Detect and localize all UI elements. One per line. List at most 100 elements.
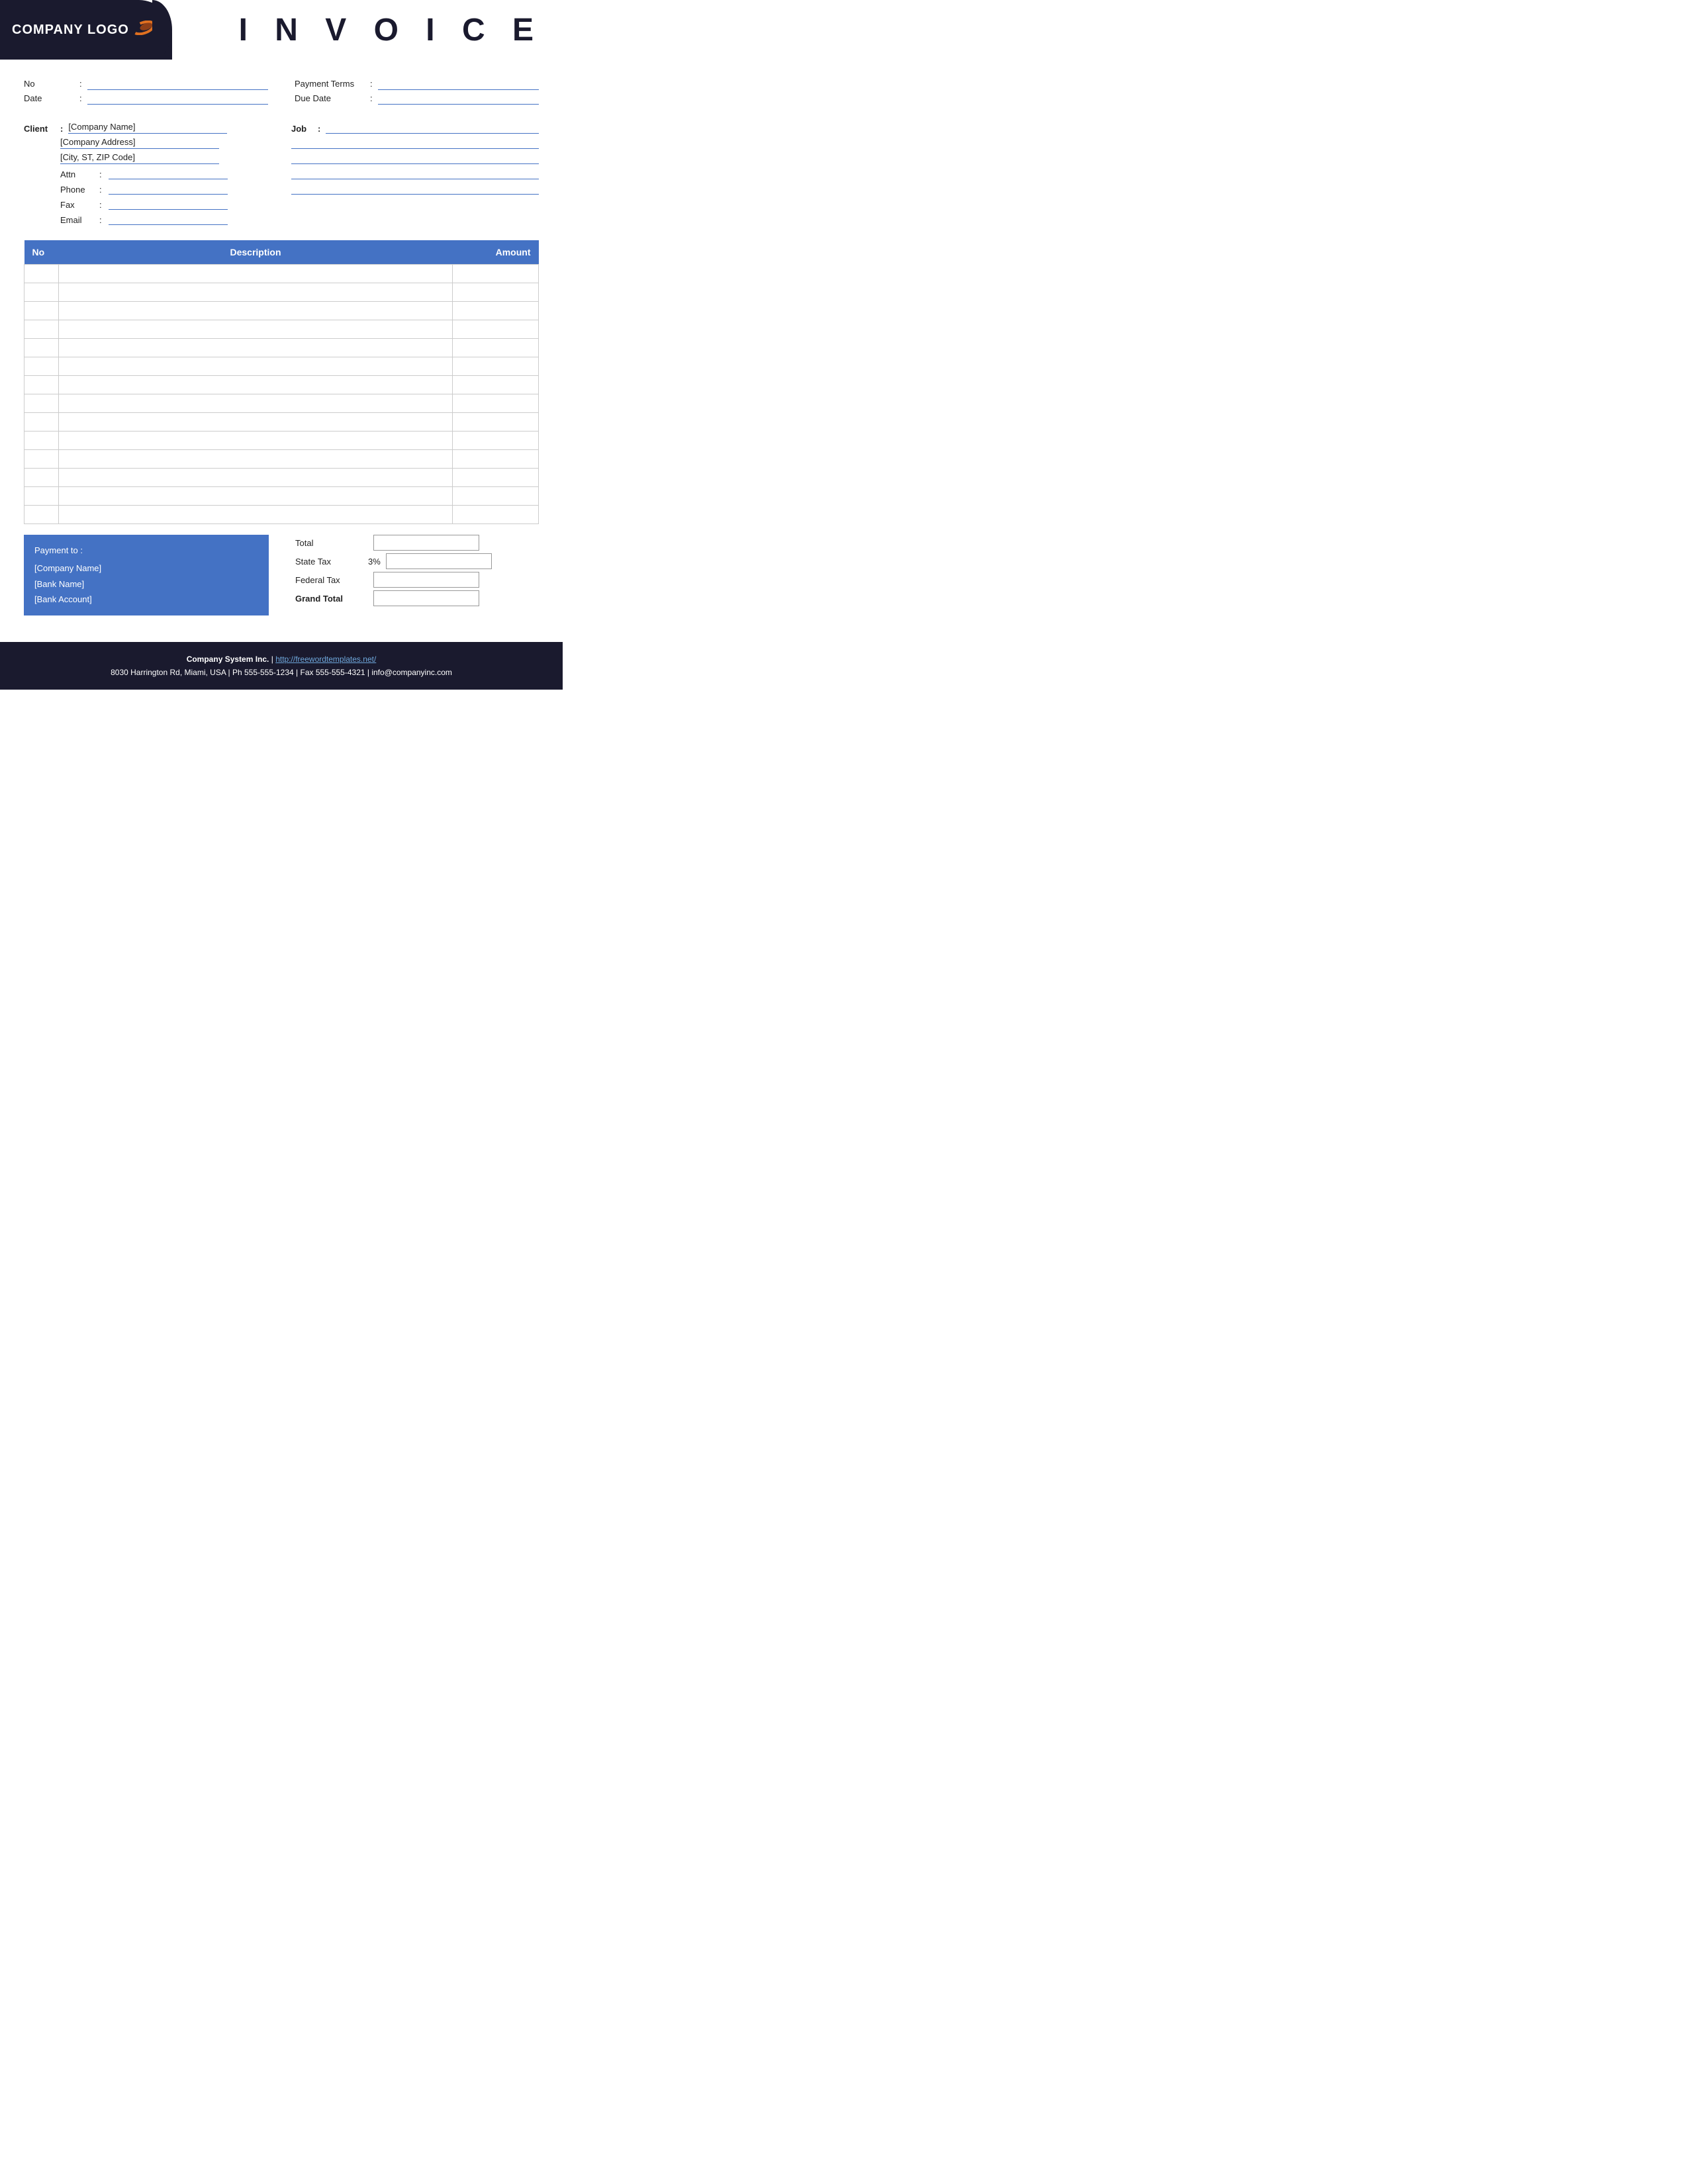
phone-label: Phone <box>60 185 97 195</box>
job-input-2[interactable] <box>291 137 539 149</box>
row-no[interactable] <box>24 469 59 487</box>
row-no[interactable] <box>24 265 59 283</box>
phone-input[interactable] <box>109 183 228 195</box>
job-input-3[interactable] <box>291 152 539 164</box>
client-city-input[interactable]: [City, ST, ZIP Code] <box>60 152 219 164</box>
row-desc[interactable] <box>59 432 453 450</box>
due-date-label: Due Date <box>295 93 367 105</box>
table-row <box>24 487 539 506</box>
table-row <box>24 320 539 339</box>
row-no[interactable] <box>24 487 59 506</box>
row-no[interactable] <box>24 302 59 320</box>
row-no[interactable] <box>24 320 59 339</box>
fax-colon: : <box>99 200 102 210</box>
row-amount[interactable] <box>453 413 539 432</box>
due-date-field: Due Date : <box>295 93 539 105</box>
row-amount[interactable] <box>453 469 539 487</box>
row-amount[interactable] <box>453 394 539 413</box>
row-amount[interactable] <box>453 320 539 339</box>
logo-swoosh-icon <box>132 21 156 37</box>
row-no[interactable] <box>24 506 59 524</box>
row-desc[interactable] <box>59 265 453 283</box>
job-input-4[interactable] <box>291 167 539 179</box>
date-label: Date <box>24 93 77 105</box>
logo-wrap: COMPANY LOGO <box>12 23 156 38</box>
job-area: Job : <box>271 122 539 228</box>
footer-website[interactable]: http://freewordtemplates.net/ <box>275 655 376 664</box>
row-amount[interactable] <box>453 283 539 302</box>
no-colon: : <box>79 79 82 90</box>
total-tax-pct-state: 3% <box>368 557 381 567</box>
row-desc[interactable] <box>59 394 453 413</box>
job-input-1[interactable] <box>326 122 539 134</box>
row-amount[interactable] <box>453 487 539 506</box>
client-main-row: Client : [Company Name] <box>24 122 271 134</box>
payment-area: Payment to : [Company Name] [Bank Name] … <box>24 535 269 615</box>
header-title-area: I N V O I C E <box>172 0 563 60</box>
row-desc[interactable] <box>59 450 453 469</box>
table-row <box>24 506 539 524</box>
top-fields: No : Date : Payment Terms : Due Date : <box>24 78 539 105</box>
row-desc[interactable] <box>59 339 453 357</box>
email-input[interactable] <box>109 213 228 225</box>
row-no[interactable] <box>24 376 59 394</box>
total-label-state-tax: State Tax <box>295 557 368 567</box>
payment-terms-input[interactable] <box>378 78 539 90</box>
row-no[interactable] <box>24 394 59 413</box>
table-header-row: No Description Amount <box>24 240 539 265</box>
header: COMPANY LOGO I N V O I C E <box>0 0 563 60</box>
table-row <box>24 376 539 394</box>
row-amount[interactable] <box>453 506 539 524</box>
row-no[interactable] <box>24 357 59 376</box>
no-input[interactable] <box>87 78 268 90</box>
row-no[interactable] <box>24 450 59 469</box>
client-fax-row: Fax : <box>24 198 271 210</box>
total-box-total[interactable] <box>373 535 479 551</box>
due-date-input[interactable] <box>378 93 539 105</box>
row-amount[interactable] <box>453 302 539 320</box>
row-desc[interactable] <box>59 376 453 394</box>
row-desc[interactable] <box>59 320 453 339</box>
row-no[interactable] <box>24 413 59 432</box>
row-desc[interactable] <box>59 469 453 487</box>
payment-title: Payment to : <box>34 543 258 558</box>
left-fields: No : Date : <box>24 78 268 105</box>
attn-input[interactable] <box>109 167 228 179</box>
no-label: No <box>24 79 77 90</box>
total-box-federal-tax[interactable] <box>373 572 479 588</box>
client-phone-row: Phone : <box>24 183 271 195</box>
row-desc[interactable] <box>59 283 453 302</box>
email-colon: : <box>99 215 102 225</box>
row-amount[interactable] <box>453 450 539 469</box>
row-desc[interactable] <box>59 357 453 376</box>
row-no[interactable] <box>24 339 59 357</box>
row-amount[interactable] <box>453 339 539 357</box>
row-desc[interactable] <box>59 413 453 432</box>
row-amount[interactable] <box>453 376 539 394</box>
job-input-5[interactable] <box>291 183 539 195</box>
row-amount[interactable] <box>453 432 539 450</box>
invoice-title: I N V O I C E <box>239 12 543 48</box>
payment-bank: [Bank Name] <box>34 576 258 592</box>
logo-area: COMPANY LOGO <box>0 0 172 60</box>
attn-label: Attn <box>60 169 97 179</box>
table-row <box>24 265 539 283</box>
row-desc[interactable] <box>59 302 453 320</box>
row-desc[interactable] <box>59 506 453 524</box>
footer-line1: Company System Inc. | http://freewordtem… <box>7 653 556 666</box>
row-no[interactable] <box>24 432 59 450</box>
date-input[interactable] <box>87 93 268 105</box>
client-email-row: Email : <box>24 213 271 225</box>
total-label-federal-tax: Federal Tax <box>295 575 368 585</box>
client-label: Client <box>24 124 60 134</box>
row-amount[interactable] <box>453 265 539 283</box>
total-box-grand-total[interactable] <box>373 590 479 606</box>
client-address-input[interactable]: [Company Address] <box>60 137 219 149</box>
table-row <box>24 357 539 376</box>
fax-input[interactable] <box>109 198 228 210</box>
row-amount[interactable] <box>453 357 539 376</box>
client-company-name[interactable]: [Company Name] <box>68 122 227 134</box>
row-no[interactable] <box>24 283 59 302</box>
row-desc[interactable] <box>59 487 453 506</box>
total-box-state-tax[interactable] <box>386 553 492 569</box>
